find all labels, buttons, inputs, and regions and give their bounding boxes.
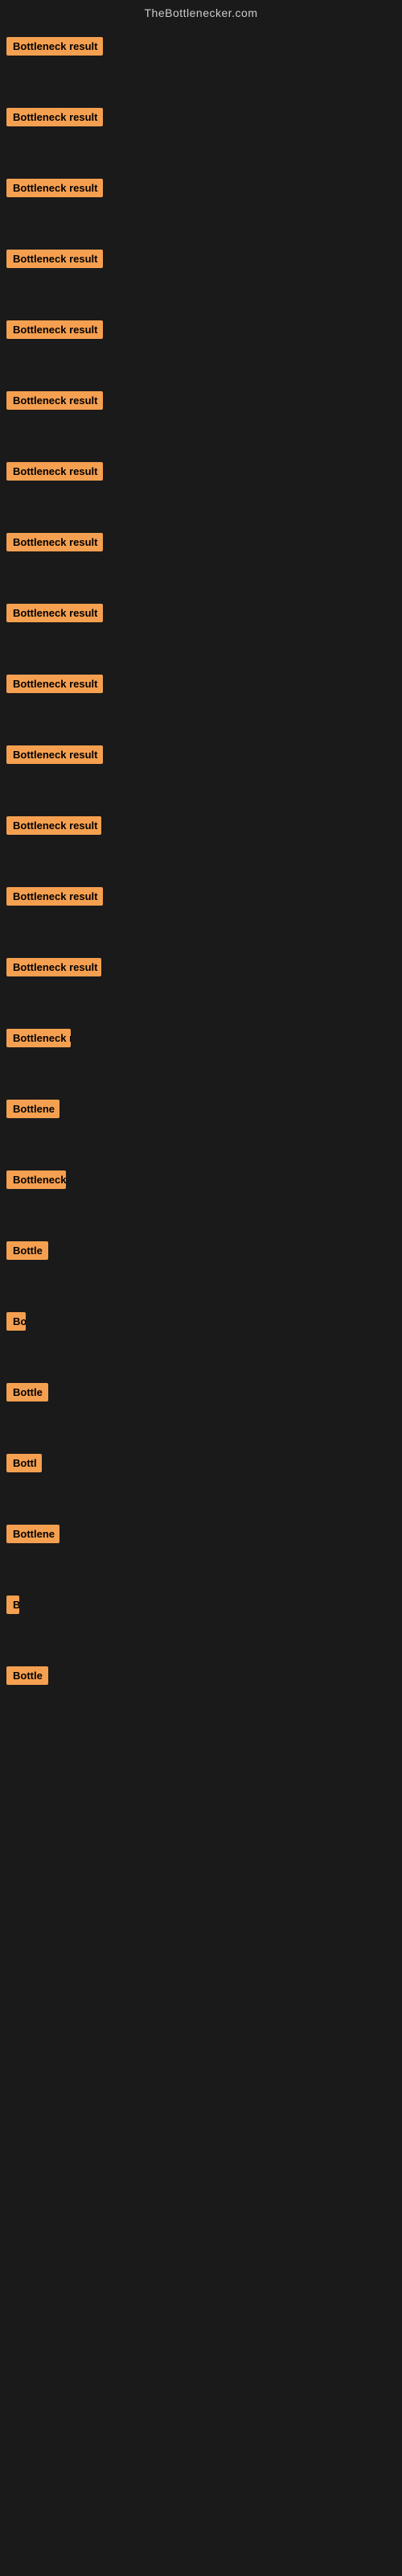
list-item: Bottleneck result	[0, 93, 402, 164]
list-item: Bottlene	[0, 1085, 402, 1156]
list-item: Bottlene	[0, 1510, 402, 1581]
bottleneck-result-badge[interactable]: Bottleneck result	[6, 745, 103, 764]
bottleneck-result-badge[interactable]: Bottleneck result	[6, 320, 103, 339]
list-item: Bottleneck result	[0, 448, 402, 518]
list-item: Bottleneck result	[0, 377, 402, 448]
list-item: Bottleneck result	[0, 589, 402, 660]
list-item: Bottl	[0, 1439, 402, 1510]
list-item: Bottleneck result	[0, 802, 402, 873]
list-item: Bottleneck result	[0, 873, 402, 943]
bottleneck-result-badge[interactable]: Bottleneck	[6, 1170, 66, 1189]
bottleneck-result-badge[interactable]: Bottleneck result	[6, 108, 103, 126]
list-item: Bottle	[0, 1227, 402, 1298]
list-item: Bottleneck result	[0, 943, 402, 1014]
bottleneck-result-badge[interactable]: Bo	[6, 1312, 26, 1331]
bottleneck-result-badge[interactable]: Bottleneck result	[6, 887, 103, 906]
list-item: Bottleneck result	[0, 23, 402, 93]
list-item: Bottleneck result	[0, 235, 402, 306]
bottleneck-result-badge[interactable]: Bottleneck result	[6, 179, 103, 197]
bottleneck-result-badge[interactable]: Bottle	[6, 1383, 48, 1402]
list-item: Bottleneck result	[0, 306, 402, 377]
list-item: Bottleneck result	[0, 731, 402, 802]
bottleneck-result-badge[interactable]: B	[6, 1596, 19, 1614]
list-item: Bo	[0, 1298, 402, 1368]
bottleneck-result-badge[interactable]: Bottleneck result	[6, 37, 103, 56]
list-item: Bottle	[0, 1652, 402, 1723]
list-item: Bottleneck	[0, 1156, 402, 1227]
site-title: TheBottlenecker.com	[0, 0, 402, 23]
bottleneck-result-badge[interactable]: Bottleneck result	[6, 675, 103, 693]
items-list: Bottleneck result Bottleneck result Bottle…	[0, 23, 402, 1723]
bottleneck-result-badge[interactable]: Bottlene	[6, 1100, 59, 1118]
bottleneck-result-badge[interactable]: Bottleneck result	[6, 958, 101, 976]
list-item: B	[0, 1581, 402, 1652]
bottleneck-result-badge[interactable]: Bottleneck result	[6, 250, 103, 268]
bottleneck-result-badge[interactable]: Bottl	[6, 1454, 42, 1472]
list-item: Bottleneck result	[0, 164, 402, 235]
list-item: Bottleneck result	[0, 518, 402, 589]
list-item: Bottleneck result	[0, 660, 402, 731]
bottleneck-result-badge[interactable]: Bottlene	[6, 1525, 59, 1543]
bottleneck-result-badge[interactable]: Bottleneck result	[6, 462, 103, 481]
bottleneck-result-badge[interactable]: Bottleneck r	[6, 1029, 71, 1047]
list-item: Bottle	[0, 1368, 402, 1439]
bottleneck-result-badge[interactable]: Bottleneck result	[6, 391, 103, 410]
bottleneck-result-badge[interactable]: Bottleneck result	[6, 816, 101, 835]
bottleneck-result-badge[interactable]: Bottleneck result	[6, 604, 103, 622]
list-item: Bottleneck r	[0, 1014, 402, 1085]
page-container: TheBottlenecker.com Bottleneck resultBot…	[0, 0, 402, 1723]
bottleneck-result-badge[interactable]: Bottle	[6, 1666, 48, 1685]
bottleneck-result-badge[interactable]: Bottle	[6, 1241, 48, 1260]
bottleneck-result-badge[interactable]: Bottleneck result	[6, 533, 103, 551]
